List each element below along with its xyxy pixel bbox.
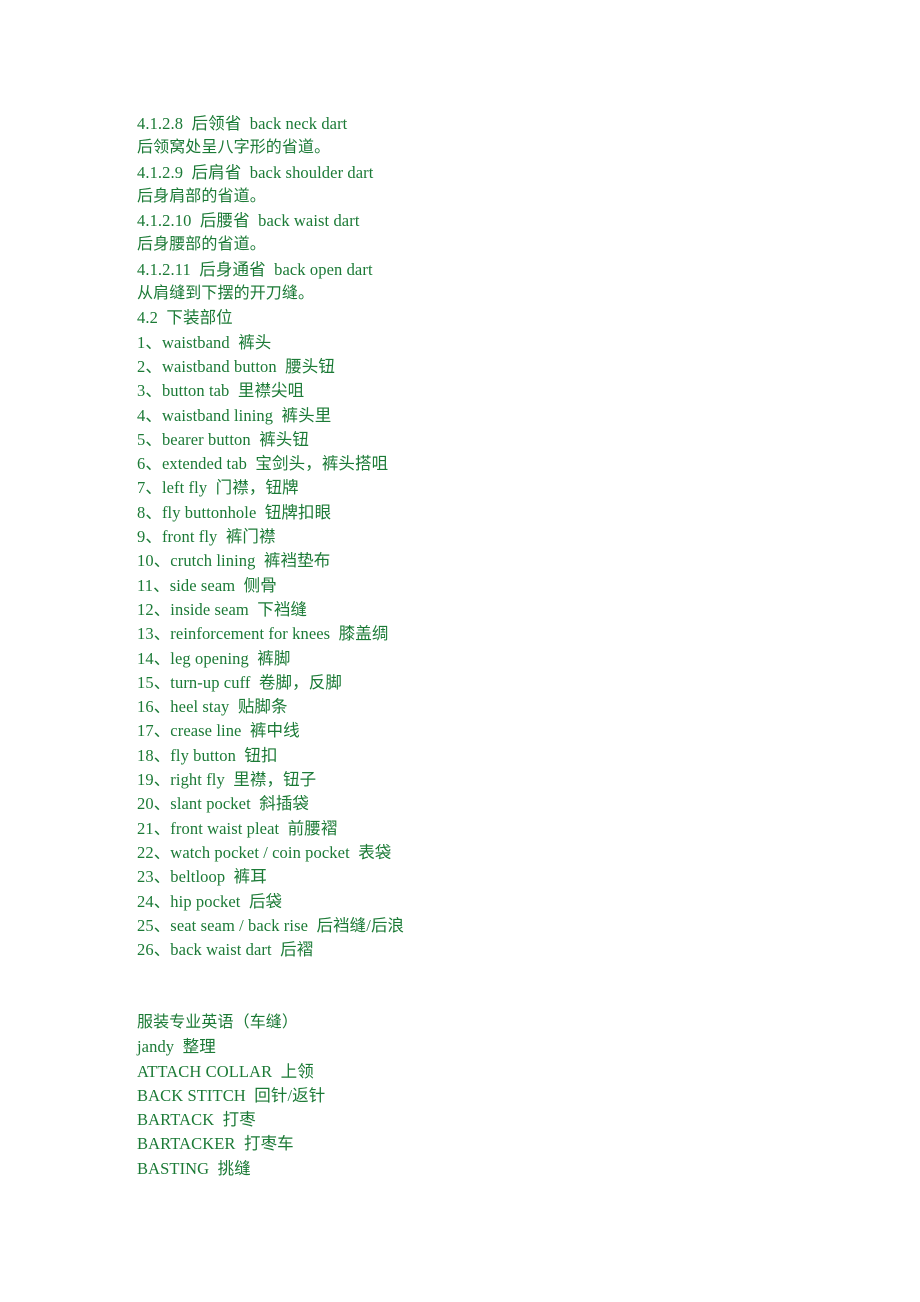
list-item: 7、left fly 门襟，钮牌 [137,478,299,498]
list-item: 25、seat seam / back rise 后裆缝/后浪 [137,915,405,935]
document-page: 4.1.2.8 后领省 back neck dart 后领窝处呈八字形的省道。 … [0,0,920,1302]
list-item: 10、crutch lining 裤裆垫布 [137,551,331,571]
list-item: 13、reinforcement for knees 膝盖绸 [137,624,389,644]
list-item: 23、beltloop 裤耳 [137,867,267,887]
text-line: 4.1.2.10 后腰省 back waist dart [137,211,360,231]
list-item: 15、turn-up cuff 卷脚，反脚 [137,672,342,692]
list-item: 4、waistband lining 裤头里 [137,405,332,425]
text-line: 后身肩部的省道。 [137,187,266,205]
list-item: 18、fly button 钮扣 [137,745,278,765]
list-item: 21、front waist pleat 前腰褶 [137,818,338,838]
list-item: 26、back waist dart 后褶 [137,940,314,960]
section-heading-lower-garment: 4.2 下装部位 [137,308,233,328]
text-line: 4.1.2.9 后肩省 back shoulder dart [137,162,374,182]
list-item: 20、slant pocket 斜插袋 [137,794,310,814]
text-line: 4.1.2.8 后领省 back neck dart [137,114,348,133]
glossary-entry: BACK STITCH 回针/返针 [137,1085,326,1105]
list-item: 1、waistband 裤头 [137,332,272,352]
section-heading-sewing-english: 服装专业英语（车缝） [137,1013,299,1031]
glossary-entry: ATTACH COLLAR 上领 [137,1061,314,1081]
text-line: 后领窝处呈八字形的省道。 [137,139,331,157]
text-line: 后身腰部的省道。 [137,236,266,254]
byline-author: jandy 整理 [137,1037,216,1057]
list-item: 2、waistband button 腰头钮 [137,356,335,376]
text-line: 从肩缝到下摆的开刀缝。 [137,285,315,303]
section-upper-garment-darts: 4.1.2.8 后领省 back neck dart 后领窝处呈八字形的省道。 … [137,112,860,306]
list-item: 8、fly buttonhole 钮牌扣眼 [137,502,332,522]
list-item: 12、inside seam 下裆缝 [137,599,308,619]
list-item: 19、right fly 里襟，钮子 [137,770,317,790]
section-sewing-english-glossary: 服装专业英语（车缝） jandy 整理 ATTACH COLLAR 上领 BAC… [137,1011,860,1181]
list-item: 3、button tab 里襟尖咀 [137,381,305,401]
list-item: 9、front fly 裤门襟 [137,527,276,547]
glossary-entry: BARTACKER 打枣车 [137,1134,294,1154]
list-item: 24、hip pocket 后袋 [137,891,283,911]
list-item: 11、side seam 侧骨 [137,575,277,595]
text-line: 4.1.2.11 后身通省 back open dart [137,259,373,279]
glossary-entry: BARTACK 打枣 [137,1110,256,1130]
list-item: 14、leg opening 裤脚 [137,648,291,668]
list-item: 22、watch pocket / coin pocket 表袋 [137,842,392,862]
list-item: 17、crease line 裤中线 [137,721,300,741]
glossary-entry: BASTING 挑缝 [137,1158,251,1178]
list-item: 6、extended tab 宝剑头，裤头搭咀 [137,454,389,474]
list-item: 16、heel stay 贴脚条 [137,697,288,717]
section-lower-garment-parts: 4.2 下装部位 1、waistband 裤头 2、waistband butt… [137,306,860,962]
document-body: 4.1.2.8 后领省 back neck dart 后领窝处呈八字形的省道。 … [137,112,860,1181]
list-item: 5、bearer button 裤头钮 [137,429,310,449]
